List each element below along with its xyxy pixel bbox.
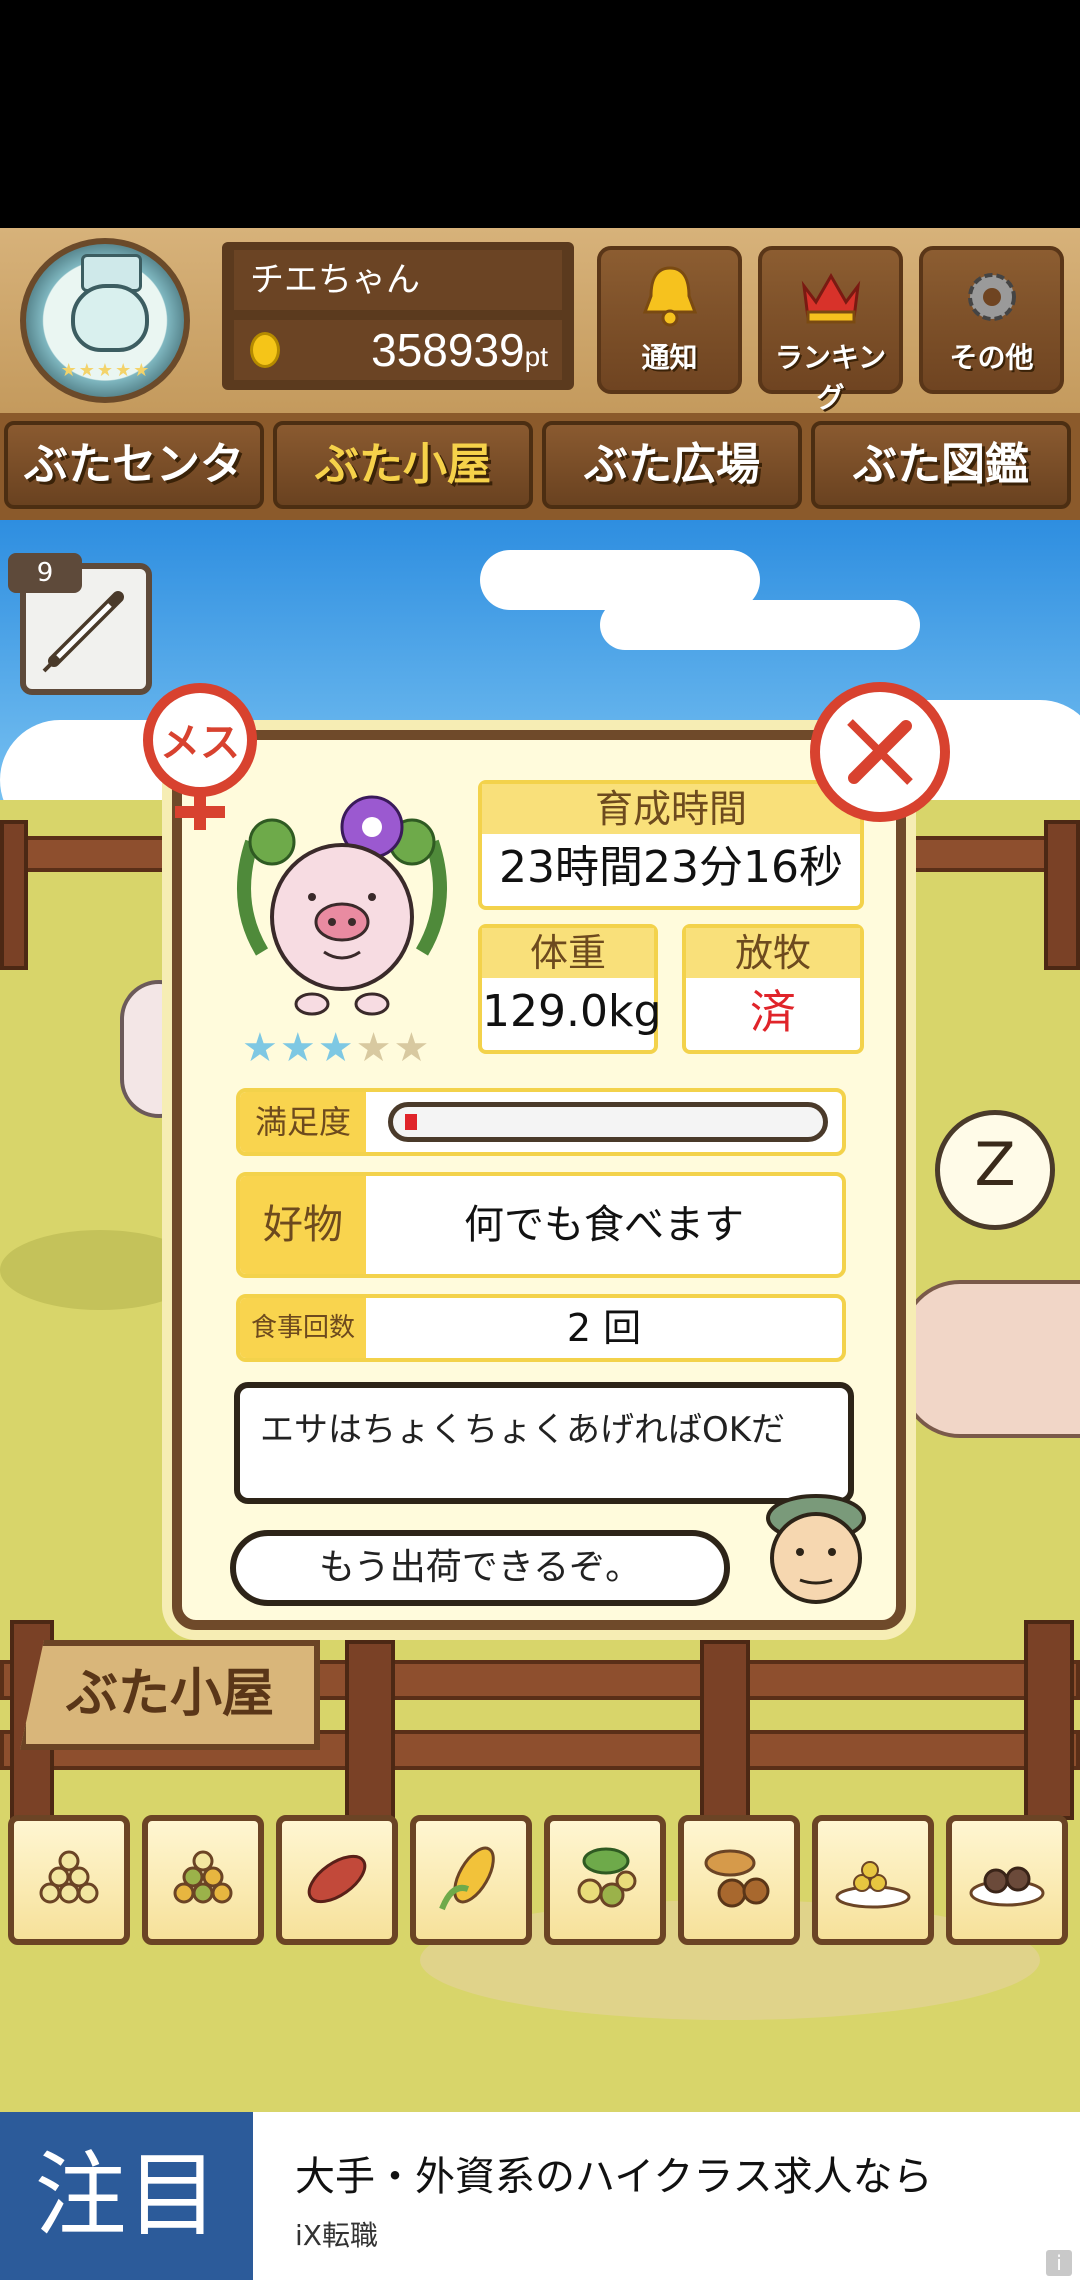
weight-value: 129.0kg bbox=[482, 986, 662, 1037]
background-pig[interactable] bbox=[900, 1280, 1080, 1438]
fence-post bbox=[345, 1640, 395, 1820]
settings-label: その他 bbox=[949, 341, 1034, 374]
satisfaction-label: 満足度 bbox=[240, 1092, 366, 1152]
rank-stars: ★★★★★ bbox=[60, 360, 152, 381]
ranking-button[interactable]: ランキング bbox=[758, 246, 903, 414]
sweet-potato-icon bbox=[307, 1854, 367, 1904]
pig-portrait bbox=[237, 795, 447, 1016]
points-value: 358939 bbox=[371, 324, 525, 376]
farmer-speech-2: もう出荷できるぞ。 bbox=[230, 1530, 730, 1606]
player-name: チエちゃん bbox=[234, 250, 562, 310]
rating-stars: ★★★★★ bbox=[242, 1025, 431, 1071]
settings-button[interactable]: その他 bbox=[919, 246, 1064, 394]
release-box: 放牧 済 bbox=[682, 924, 864, 1054]
meals-label: 食事回数 bbox=[240, 1298, 366, 1358]
points-unit: pt bbox=[524, 341, 548, 372]
favorite-label: 好物 bbox=[240, 1176, 366, 1274]
food-slot-7[interactable] bbox=[812, 1815, 934, 1945]
coin-icon bbox=[250, 332, 280, 368]
star-empty-icon: ★ bbox=[355, 1025, 394, 1071]
release-label: 放牧 bbox=[686, 928, 860, 978]
pig-face-icon bbox=[71, 284, 149, 352]
food-slot-6[interactable] bbox=[678, 1815, 800, 1945]
meals-value: 2 回 bbox=[566, 1306, 642, 1350]
female-badge-icon: メス bbox=[143, 683, 257, 830]
favorite-row: 好物 何でも食べます bbox=[236, 1172, 846, 1278]
ad-badge: 注目 bbox=[0, 2112, 253, 2280]
meatball-plate-icon bbox=[969, 1866, 1045, 1907]
farmer-speech-1: エサはちょくちょくあげればOKだ bbox=[234, 1382, 854, 1504]
soybean-icon bbox=[577, 1847, 637, 1908]
grow-time-value: 23時間23分16秒 bbox=[499, 842, 843, 893]
header-bar: ★★★★★ チエちゃん 358939pt 通知 ランキング その他 bbox=[0, 228, 1080, 419]
notification-label: 通知 bbox=[641, 341, 698, 374]
release-value: 済 bbox=[750, 985, 796, 1039]
notification-button[interactable]: 通知 bbox=[597, 246, 742, 394]
fence-post bbox=[0, 820, 28, 970]
food-slot-5[interactable] bbox=[544, 1815, 666, 1945]
main-tabs: ぶたセンター ぶた小屋 ぶた広場 ぶた図鑑 bbox=[0, 413, 1080, 570]
food-slot-8[interactable] bbox=[946, 1815, 1068, 1945]
tab-buta-koya[interactable]: ぶた小屋 bbox=[273, 421, 533, 509]
fence-post bbox=[1044, 820, 1080, 970]
syringe-count: 9 bbox=[8, 553, 82, 593]
grow-time-label: 育成時間 bbox=[482, 784, 860, 834]
pig-status-card: ★★★★★ 育成時間 23時間23分16秒 体重 129.0kg 放牧 済 満足… bbox=[172, 730, 906, 1630]
ad-subtitle: iX転職 bbox=[295, 2219, 378, 2252]
farmer-face-icon bbox=[766, 1494, 866, 1604]
player-info-board: チエちゃん 358939pt bbox=[222, 242, 574, 390]
meals-row: 食事回数 2 回 bbox=[236, 1294, 846, 1362]
star-filled-icon: ★ bbox=[317, 1025, 356, 1071]
satisfaction-fill bbox=[405, 1114, 417, 1130]
tab-buta-center[interactable]: ぶたセンター bbox=[4, 421, 264, 570]
ranking-label: ランキング bbox=[774, 341, 887, 414]
food-slot-1[interactable] bbox=[8, 1815, 130, 1945]
info-icon[interactable]: i bbox=[1046, 2250, 1072, 2276]
grow-time-box: 育成時間 23時間23分16秒 bbox=[478, 780, 864, 910]
syringe-icon bbox=[42, 591, 124, 673]
satisfaction-meter bbox=[388, 1102, 828, 1142]
grain-plate-icon bbox=[835, 1861, 911, 1909]
fence-post bbox=[1024, 1620, 1074, 1820]
crown-icon bbox=[801, 272, 860, 324]
corn-icon bbox=[439, 1846, 495, 1911]
status-area bbox=[0, 0, 1080, 228]
sleeping-bubble-icon: Z bbox=[935, 1110, 1055, 1230]
satisfaction-row: 満足度 bbox=[236, 1088, 846, 1156]
no-syringe-icon bbox=[847, 719, 913, 785]
star-empty-icon: ★ bbox=[393, 1025, 432, 1071]
gear-icon bbox=[967, 273, 1016, 321]
cabin-sign: ぶた小屋 bbox=[20, 1640, 320, 1750]
ad-banner[interactable]: 注目 大手・外資系のハイクラス求人なら iX転職 bbox=[0, 2112, 1080, 2280]
gender-label: メス bbox=[160, 720, 240, 766]
weight-label: 体重 bbox=[482, 928, 654, 978]
bell-icon bbox=[642, 266, 697, 327]
vaccine-status-badge[interactable] bbox=[810, 682, 950, 822]
favorite-value: 何でも食べます bbox=[464, 1202, 744, 1248]
ad-title: 大手・外資系のハイクラス求人なら bbox=[295, 2154, 933, 2200]
weight-box: 体重 129.0kg bbox=[478, 924, 662, 1054]
tab-buta-zukan[interactable]: ぶた図鑑 bbox=[811, 421, 1071, 509]
food-slot-3[interactable] bbox=[276, 1815, 398, 1945]
food-slot-2[interactable] bbox=[142, 1815, 264, 1945]
food-slot-4[interactable] bbox=[410, 1815, 532, 1945]
star-filled-icon: ★ bbox=[279, 1025, 318, 1071]
cloud bbox=[600, 600, 920, 650]
fence-post bbox=[700, 1640, 750, 1820]
mixed-grain-icon bbox=[173, 1850, 233, 1904]
acorn-icon bbox=[704, 1849, 770, 1908]
grain-pile-icon bbox=[39, 1850, 99, 1904]
star-filled-icon: ★ bbox=[242, 1025, 280, 1071]
points-display: 358939pt bbox=[234, 320, 562, 380]
player-avatar-badge[interactable]: ★★★★★ bbox=[20, 238, 190, 403]
tab-buta-hiroba[interactable]: ぶた広場 bbox=[542, 421, 802, 509]
